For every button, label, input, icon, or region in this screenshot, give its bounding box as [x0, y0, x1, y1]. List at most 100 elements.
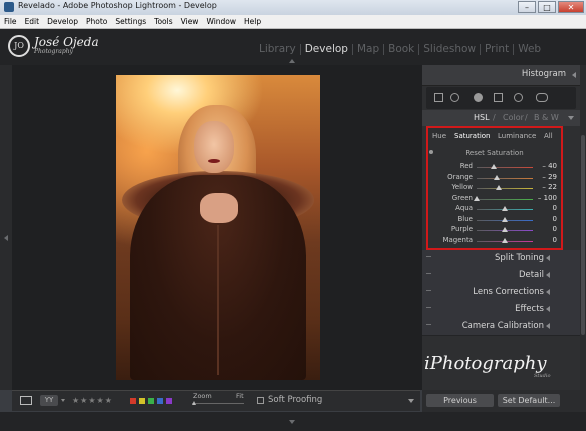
slider-value[interactable]: 0	[553, 225, 557, 233]
slider-value[interactable]: – 29	[542, 173, 557, 181]
panel-expand-icon[interactable]	[546, 306, 550, 312]
crop-tool-icon[interactable]	[434, 93, 443, 102]
slider-value[interactable]: 0	[553, 236, 557, 244]
color-label-purple[interactable]	[166, 398, 172, 404]
expand-left-panel-icon[interactable]	[4, 235, 8, 241]
menu-tools[interactable]: Tools	[150, 15, 176, 28]
minimize-button[interactable]: –	[518, 1, 536, 13]
panel-split-toning[interactable]: Split Toning	[422, 250, 580, 268]
module-map[interactable]: Map	[353, 44, 385, 55]
spot-removal-icon[interactable]	[450, 93, 459, 102]
slider-value[interactable]: – 100	[538, 194, 557, 202]
slider-row-orange[interactable]: Orange – 29	[428, 172, 561, 183]
hsl-collapse-icon[interactable]	[568, 116, 574, 120]
color-label-green[interactable]	[148, 398, 154, 404]
module-web[interactable]: Web	[514, 44, 545, 55]
view-options-icon[interactable]	[61, 399, 65, 402]
graduated-filter-icon[interactable]	[494, 93, 503, 102]
menu-photo[interactable]: Photo	[82, 15, 111, 28]
red-eye-icon[interactable]	[474, 93, 483, 102]
panel-camera-calibration[interactable]: Camera Calibration	[422, 318, 580, 336]
slider-knob[interactable]	[502, 227, 508, 232]
slider-knob[interactable]	[502, 237, 508, 243]
loupe-view-icon[interactable]	[20, 396, 32, 405]
slider-knob[interactable]	[490, 164, 497, 169]
slider-row-aqua[interactable]: Aqua 0	[428, 203, 561, 214]
color-label-blue[interactable]	[157, 398, 163, 404]
soft-proofing-checkbox[interactable]	[257, 397, 264, 404]
hsl-tab[interactable]: HSL	[474, 113, 490, 122]
image-viewer[interactable]	[12, 65, 422, 390]
panel-switch-icon[interactable]	[426, 256, 431, 257]
sub-tab-luminance[interactable]: Luminance	[498, 132, 536, 140]
menu-window[interactable]: Window	[202, 15, 240, 28]
slider-row-yellow[interactable]: Yellow – 22	[428, 182, 561, 193]
slider-value[interactable]: 0	[553, 204, 557, 212]
slider-row-purple[interactable]: Purple 0	[428, 224, 561, 235]
bw-tab[interactable]: B & W	[534, 113, 559, 122]
left-panel-edge[interactable]	[0, 65, 12, 390]
module-library[interactable]: Library	[255, 44, 301, 55]
panel-expand-icon[interactable]	[546, 272, 550, 278]
panel-lens-corrections[interactable]: Lens Corrections	[422, 284, 580, 302]
color-tab[interactable]: Color	[503, 113, 524, 122]
histogram-header[interactable]: Histogram	[422, 65, 580, 86]
slider-row-magenta[interactable]: Magenta 0	[428, 235, 561, 246]
panel-switch-icon[interactable]	[426, 324, 431, 325]
panel-expand-icon[interactable]	[546, 323, 550, 329]
panel-expand-icon[interactable]	[546, 255, 550, 261]
star-rating[interactable]: ★★★★★	[72, 396, 113, 405]
module-develop[interactable]: Develop	[301, 44, 353, 55]
panel-effects[interactable]: Effects	[422, 301, 580, 319]
sub-tab-all[interactable]: All	[544, 132, 553, 140]
color-label-yellow[interactable]	[139, 398, 145, 404]
menu-develop[interactable]: Develop	[43, 15, 82, 28]
module-print[interactable]: Print	[481, 44, 515, 55]
sub-tab-hue[interactable]: Hue	[432, 132, 446, 140]
zoom-slider[interactable]	[192, 403, 244, 404]
slider-track[interactable]	[477, 167, 533, 168]
scrollbar-thumb[interactable]	[581, 135, 585, 335]
slider-row-red[interactable]: Red – 40	[428, 161, 561, 172]
radial-filter-icon[interactable]	[514, 93, 523, 102]
slider-value[interactable]: – 40	[542, 162, 557, 170]
color-label-red[interactable]	[130, 398, 136, 404]
before-after-icon[interactable]: YY	[40, 395, 58, 406]
collapse-top-panel-icon[interactable]	[289, 59, 295, 63]
menu-file[interactable]: File	[0, 15, 21, 28]
slider-knob[interactable]	[493, 174, 500, 180]
slider-knob[interactable]	[502, 216, 508, 222]
right-panel-scrollbar[interactable]	[580, 65, 586, 390]
slider-knob[interactable]	[502, 206, 508, 211]
slider-track[interactable]	[477, 177, 533, 179]
panel-switch-icon[interactable]	[426, 290, 431, 291]
maximize-button[interactable]: □	[538, 1, 556, 13]
slider-row-blue[interactable]: Blue 0	[428, 214, 561, 225]
slider-row-green[interactable]: Green – 100	[428, 193, 561, 204]
menu-settings[interactable]: Settings	[111, 15, 150, 28]
menu-view[interactable]: View	[177, 15, 203, 28]
histogram-collapse-icon[interactable]	[572, 72, 576, 78]
close-button[interactable]: ✕	[558, 1, 584, 13]
menu-edit[interactable]: Edit	[21, 15, 44, 28]
previous-button[interactable]: Previous	[426, 394, 494, 407]
slider-value[interactable]: – 22	[542, 183, 557, 191]
slider-track[interactable]	[477, 198, 533, 200]
panel-expand-icon[interactable]	[546, 289, 550, 295]
panel-switch-icon[interactable]	[426, 273, 431, 274]
slider-knob[interactable]	[474, 195, 480, 201]
slider-track[interactable]	[477, 188, 533, 189]
toolbar-menu-icon[interactable]	[408, 399, 414, 403]
expand-filmstrip-icon[interactable]	[289, 420, 295, 424]
panel-detail[interactable]: Detail	[422, 267, 580, 285]
zoom-slider-knob[interactable]	[192, 401, 196, 405]
sub-tab-saturation[interactable]: Saturation	[454, 132, 491, 140]
module-book[interactable]: Book	[384, 44, 420, 55]
slider-knob[interactable]	[495, 185, 502, 190]
slider-value[interactable]: 0	[553, 215, 557, 223]
panel-switch-icon[interactable]	[426, 307, 431, 308]
module-slideshow[interactable]: Slideshow	[419, 44, 482, 55]
menu-help[interactable]: Help	[240, 15, 265, 28]
reset-saturation[interactable]: Reset Saturation	[428, 149, 561, 157]
adjustment-brush-icon[interactable]	[536, 93, 548, 102]
